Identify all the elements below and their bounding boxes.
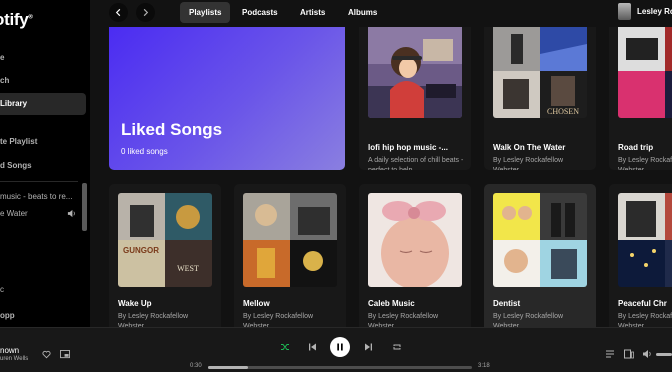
liked-songs-title: Liked Songs — [121, 120, 223, 139]
svg-text:WEST: WEST — [177, 264, 199, 273]
chevron-left-icon — [115, 8, 121, 17]
liked-songs-link[interactable]: d Songs — [0, 161, 32, 170]
sidebar-scrollbar[interactable] — [82, 183, 87, 231]
sidebar-item-search[interactable]: ch — [0, 70, 86, 92]
back-button[interactable] — [109, 3, 128, 22]
spotify-app: otify® e ch Library te Playlist d Songs … — [0, 0, 672, 372]
connect-device-icon[interactable] — [624, 349, 634, 359]
sidebar-item-home[interactable]: e — [0, 47, 86, 69]
chevron-right-icon — [143, 8, 149, 17]
pause-button[interactable] — [330, 337, 350, 357]
top-bar: Playlists Podcasts Artists Albums Lesley… — [90, 0, 672, 27]
sidebar-item-library[interactable]: Library — [0, 93, 86, 115]
now-playing-artist[interactable]: uren Wells — [0, 356, 28, 362]
playlist-title: Wake Up — [118, 299, 152, 308]
now-playing-title[interactable]: nown — [0, 346, 19, 355]
profile-menu[interactable]: Lesley Rocka — [618, 2, 672, 21]
playlist-cover — [368, 27, 462, 118]
avatar — [618, 3, 631, 20]
playlist-card-wake-up[interactable]: GUNGOR WEST Wake Up By Lesley Rockafello… — [109, 184, 221, 327]
playlist-cover — [368, 193, 462, 287]
playlist-cover — [618, 27, 672, 118]
playlist-card-walk-on-the-water[interactable]: CHOSEN Walk On The Water By Lesley Rocka… — [484, 27, 596, 170]
playlist-card-caleb-music[interactable]: Caleb Music By Lesley Rockafellow Webste… — [359, 184, 471, 327]
picture-in-picture-icon[interactable] — [60, 350, 70, 359]
speaker-icon — [67, 209, 75, 218]
tab-albums[interactable]: Albums — [339, 2, 386, 23]
playlist-card-dentist[interactable]: Dentist By Lesley Rockafellow Webster — [484, 184, 596, 327]
queue-icon[interactable] — [605, 349, 615, 359]
volume-slider[interactable] — [656, 353, 672, 356]
sidebar: otify® e ch Library te Playlist d Songs … — [0, 0, 90, 327]
playlist-title: Caleb Music — [368, 299, 415, 308]
next-track-icon[interactable] — [364, 342, 373, 352]
sidebar-divider — [0, 181, 78, 182]
profile-name: Lesley Rocka — [637, 7, 672, 16]
playlist-title: Mellow — [243, 299, 270, 308]
playlist-cover — [618, 193, 672, 287]
playlist-description: By Lesley Rockafellow Webster — [618, 157, 672, 170]
library-grid: Liked Songs 0 liked songs lofi hip hop m… — [90, 27, 672, 327]
volume-icon[interactable] — [642, 349, 652, 359]
liked-songs-count: 0 liked songs — [121, 147, 168, 156]
elapsed-time: 0:30 — [190, 363, 202, 369]
pause-icon — [337, 343, 343, 351]
tab-playlists[interactable]: Playlists — [180, 2, 231, 23]
liked-songs-card[interactable]: Liked Songs 0 liked songs — [109, 27, 345, 170]
shuffle-icon[interactable] — [280, 342, 290, 352]
playlist-description: By Lesley Rockafellow Webster — [243, 313, 314, 327]
progress-fill — [208, 366, 248, 369]
playlist-title: Road trip — [618, 143, 654, 152]
playlist-title: lofi hip hop music -... — [368, 143, 448, 152]
playlist-cover: GUNGOR WEST — [118, 193, 212, 287]
svg-text:GUNGOR: GUNGOR — [123, 246, 159, 255]
playlist-cover — [243, 193, 337, 287]
playlist-card-lofi[interactable]: lofi hip hop music -... A daily selectio… — [359, 27, 471, 170]
playlist-description: By Lesley Rockafellow Webster — [493, 313, 564, 327]
create-playlist-button[interactable]: te Playlist — [0, 137, 37, 146]
repeat-icon[interactable] — [392, 342, 402, 352]
sidebar-playlist-item[interactable]: music - beats to re... — [0, 192, 72, 201]
previous-track-icon[interactable] — [308, 342, 317, 352]
playlist-card-road-trip[interactable]: Road trip By Lesley Rockafellow Webster — [609, 27, 672, 170]
sidebar-playlist-item[interactable]: e Water — [0, 209, 28, 218]
playlist-title: Dentist — [493, 299, 521, 308]
sidebar-text-extra: c — [0, 285, 4, 294]
playlist-cover: CHOSEN — [493, 27, 587, 118]
playlist-description: By Lesley Rockafellow Webster — [118, 313, 189, 327]
heart-icon[interactable] — [42, 350, 51, 359]
forward-button[interactable] — [136, 3, 155, 22]
playlist-description: A daily selection of chill beats - perfe… — [368, 157, 464, 170]
playlist-cover — [493, 193, 587, 287]
playlist-card-peaceful[interactable]: Peaceful Chr By Lesley Rockafellow Webst… — [609, 184, 672, 327]
track-duration: 3:18 — [478, 363, 490, 369]
player-bar: nown uren Wells 0:30 3:18 — [0, 327, 672, 372]
svg-text:CHOSEN: CHOSEN — [547, 107, 579, 116]
progress-bar[interactable] — [208, 366, 472, 369]
tab-artists[interactable]: Artists — [291, 2, 334, 23]
sidebar-text-extra: opp — [0, 311, 15, 320]
playlist-description: By Lesley Rockafellow Webster — [618, 313, 672, 327]
playlist-card-mellow[interactable]: Mellow By Lesley Rockafellow Webster — [234, 184, 346, 327]
tab-podcasts[interactable]: Podcasts — [233, 2, 287, 23]
playlist-description: By Lesley Rockafellow Webster — [493, 157, 564, 170]
playlist-title: Peaceful Chr — [618, 299, 667, 308]
app-logo[interactable]: otify® — [0, 10, 33, 30]
playlist-description: By Lesley Rockafellow Webster — [368, 313, 439, 327]
playlist-title: Walk On The Water — [493, 143, 566, 152]
